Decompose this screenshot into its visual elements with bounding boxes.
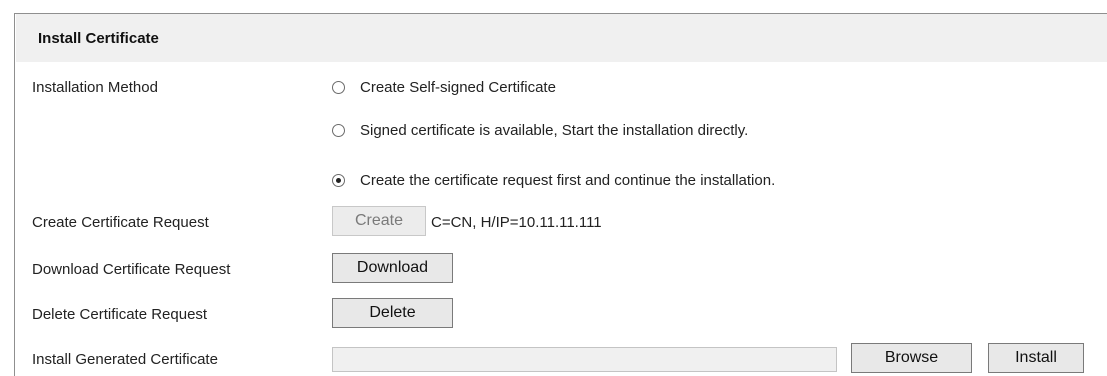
radio-create-request-label: Create the certificate request first and… [360, 172, 776, 189]
section-title: Install Certificate [38, 30, 159, 47]
download-button[interactable]: Download [332, 253, 453, 283]
radio-create-request-circle[interactable] [332, 174, 345, 187]
delete-request-label: Delete Certificate Request [32, 306, 208, 323]
install-button[interactable]: Install [988, 343, 1084, 373]
create-button[interactable]: Create [332, 206, 426, 236]
section-header: Install Certificate [16, 14, 1107, 62]
certificate-file-input[interactable] [332, 347, 837, 372]
radio-signed-available-circle[interactable] [332, 124, 345, 137]
radio-signed-available-label: Signed certificate is available, Start t… [360, 122, 749, 139]
browse-button[interactable]: Browse [851, 343, 972, 373]
certificate-request-info: C=CN, H/IP=10.11.11.111 [431, 214, 602, 231]
installation-method-label: Installation Method [32, 79, 158, 96]
install-certificate-panel: Install Certificate Installation Method … [14, 13, 1107, 376]
download-request-label: Download Certificate Request [32, 261, 231, 278]
delete-button[interactable]: Delete [332, 298, 453, 328]
radio-self-signed[interactable]: Create Self-signed Certificate [332, 79, 556, 96]
install-generated-label: Install Generated Certificate [32, 351, 218, 368]
radio-signed-available[interactable]: Signed certificate is available, Start t… [332, 122, 748, 139]
radio-self-signed-label: Create Self-signed Certificate [360, 79, 556, 96]
create-request-label: Create Certificate Request [32, 214, 209, 231]
radio-self-signed-circle[interactable] [332, 81, 345, 94]
radio-create-request[interactable]: Create the certificate request first and… [332, 172, 775, 189]
